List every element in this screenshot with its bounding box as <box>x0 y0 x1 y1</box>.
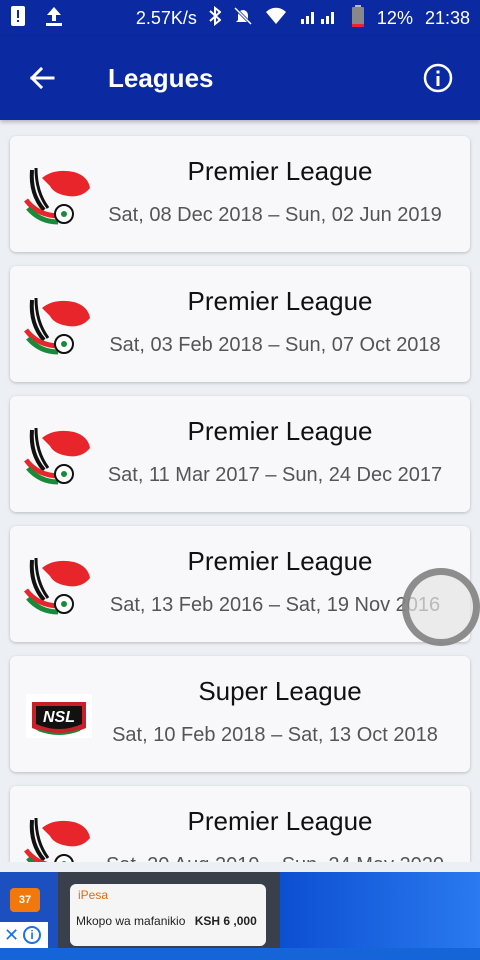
end-date: Sat, 13 Oct 2018 <box>287 724 438 746</box>
league-name: Premier League <box>187 806 373 836</box>
ad-info-icon[interactable]: i <box>23 926 42 944</box>
start-date: Sat, 08 Dec 2018 <box>108 204 263 226</box>
league-dates: Sat, 03 Feb 2018 – Sun, 07 Oct 2018 <box>109 334 441 356</box>
kpl-lion-logo-icon <box>24 427 90 485</box>
league-card[interactable]: Premier League Sat, 08 Dec 2018 – Sun, 0… <box>10 136 470 252</box>
ad-controls[interactable]: ✕ i <box>0 922 48 948</box>
league-logo <box>24 554 94 618</box>
start-date: Sat, 03 Feb 2018 <box>109 334 263 356</box>
league-dates: Sat, 08 Dec 2018 – Sun, 02 Jun 2019 <box>108 204 442 226</box>
ad-brand: iPesa <box>78 888 109 902</box>
start-date: Sat, 20 Aug 2019 <box>106 854 259 862</box>
start-date: Sat, 13 Feb 2016 <box>109 594 264 616</box>
ad-right-panel <box>280 872 480 948</box>
page-title: Leagues <box>108 62 214 93</box>
league-card[interactable]: Premier League Sat, 13 Feb 2016 – Sat, 1… <box>10 526 470 642</box>
leagues-list[interactable]: Premier League Sat, 08 Dec 2018 – Sun, 0… <box>0 120 480 862</box>
league-card[interactable]: Premier League Sat, 20 Aug 2019 – Sun, 2… <box>10 786 470 862</box>
league-name: Premier League <box>187 546 373 576</box>
league-name: Premier League <box>187 286 373 316</box>
league-logo: NSL <box>24 684 94 748</box>
svg-text:NSL: NSL <box>43 709 75 726</box>
arrow-left-icon <box>29 66 55 90</box>
upload-icon <box>44 5 64 32</box>
end-date: Sun, 07 Oct 2018 <box>285 334 441 356</box>
ad-left-panel: 37 ✕ i <box>0 872 58 948</box>
signal-icon <box>299 7 339 30</box>
ad-notification: iPesa Mkopo wa mafanikio KSH 6 ,000 <box>70 884 266 946</box>
mute-bell-icon <box>233 6 253 31</box>
touch-indicator <box>402 568 480 646</box>
app-bar: Leagues <box>0 36 480 120</box>
ad-message: Mkopo wa mafanikio <box>76 914 186 928</box>
kpl-lion-logo-icon <box>24 557 90 615</box>
nsl-logo-icon: NSL <box>26 694 92 738</box>
kpl-lion-logo-icon <box>24 297 90 355</box>
league-logo <box>24 294 94 358</box>
wifi-icon <box>265 7 287 30</box>
ad-message-row: Mkopo wa mafanikio KSH 6 ,000 <box>76 914 257 928</box>
ad-amount: KSH 6 ,000 <box>194 914 257 928</box>
end-date: Sun, 24 May 2020 <box>282 854 444 862</box>
close-icon[interactable]: ✕ <box>4 925 19 946</box>
league-card[interactable]: Premier League Sat, 03 Feb 2018 – Sun, 0… <box>10 266 470 382</box>
kpl-lion-logo-icon <box>24 167 90 225</box>
league-logo <box>24 424 94 488</box>
back-button[interactable] <box>20 56 64 100</box>
league-dates: Sat, 10 Feb 2018 – Sat, 13 Oct 2018 <box>112 724 438 746</box>
battery-percent: 12% <box>376 7 413 28</box>
league-name: Premier League <box>187 156 373 186</box>
info-button[interactable] <box>416 56 460 100</box>
start-date: Sat, 11 Mar 2017 <box>107 464 260 486</box>
league-logo <box>24 164 94 228</box>
league-name: Premier League <box>187 416 373 446</box>
kpl-lion-logo-icon <box>24 817 90 862</box>
end-date: Sun, 24 Dec 2017 <box>282 464 443 486</box>
status-bar: 2.57K/s 12% 21:38 <box>0 0 480 36</box>
league-name: Super League <box>198 676 362 706</box>
ad-banner[interactable]: 37 ✕ i iPesa Mkopo wa mafanikio KSH 6 ,0… <box>0 872 480 948</box>
end-date: Sun, 02 Jun 2019 <box>285 204 442 226</box>
bluetooth-icon <box>209 5 222 31</box>
bottom-strip <box>0 948 480 960</box>
sim-alert-icon <box>10 5 26 32</box>
info-icon <box>423 63 453 93</box>
network-speed: 2.57K/s <box>135 7 197 28</box>
league-card[interactable]: NSL Super League Sat, 10 Feb 2018 – Sat,… <box>10 656 470 772</box>
clock: 21:38 <box>424 7 470 28</box>
start-date: Sat, 10 Feb 2018 <box>112 724 266 746</box>
ad-brand-logo-icon: 37 <box>10 888 40 912</box>
league-dates: Sat, 20 Aug 2019 – Sun, 24 May 2020 <box>90 854 460 862</box>
league-dates: Sat, 11 Mar 2017 – Sun, 24 Dec 2017 <box>107 464 443 486</box>
battery-icon <box>351 4 365 32</box>
league-logo <box>24 814 94 862</box>
league-card[interactable]: Premier League Sat, 11 Mar 2017 – Sun, 2… <box>10 396 470 512</box>
